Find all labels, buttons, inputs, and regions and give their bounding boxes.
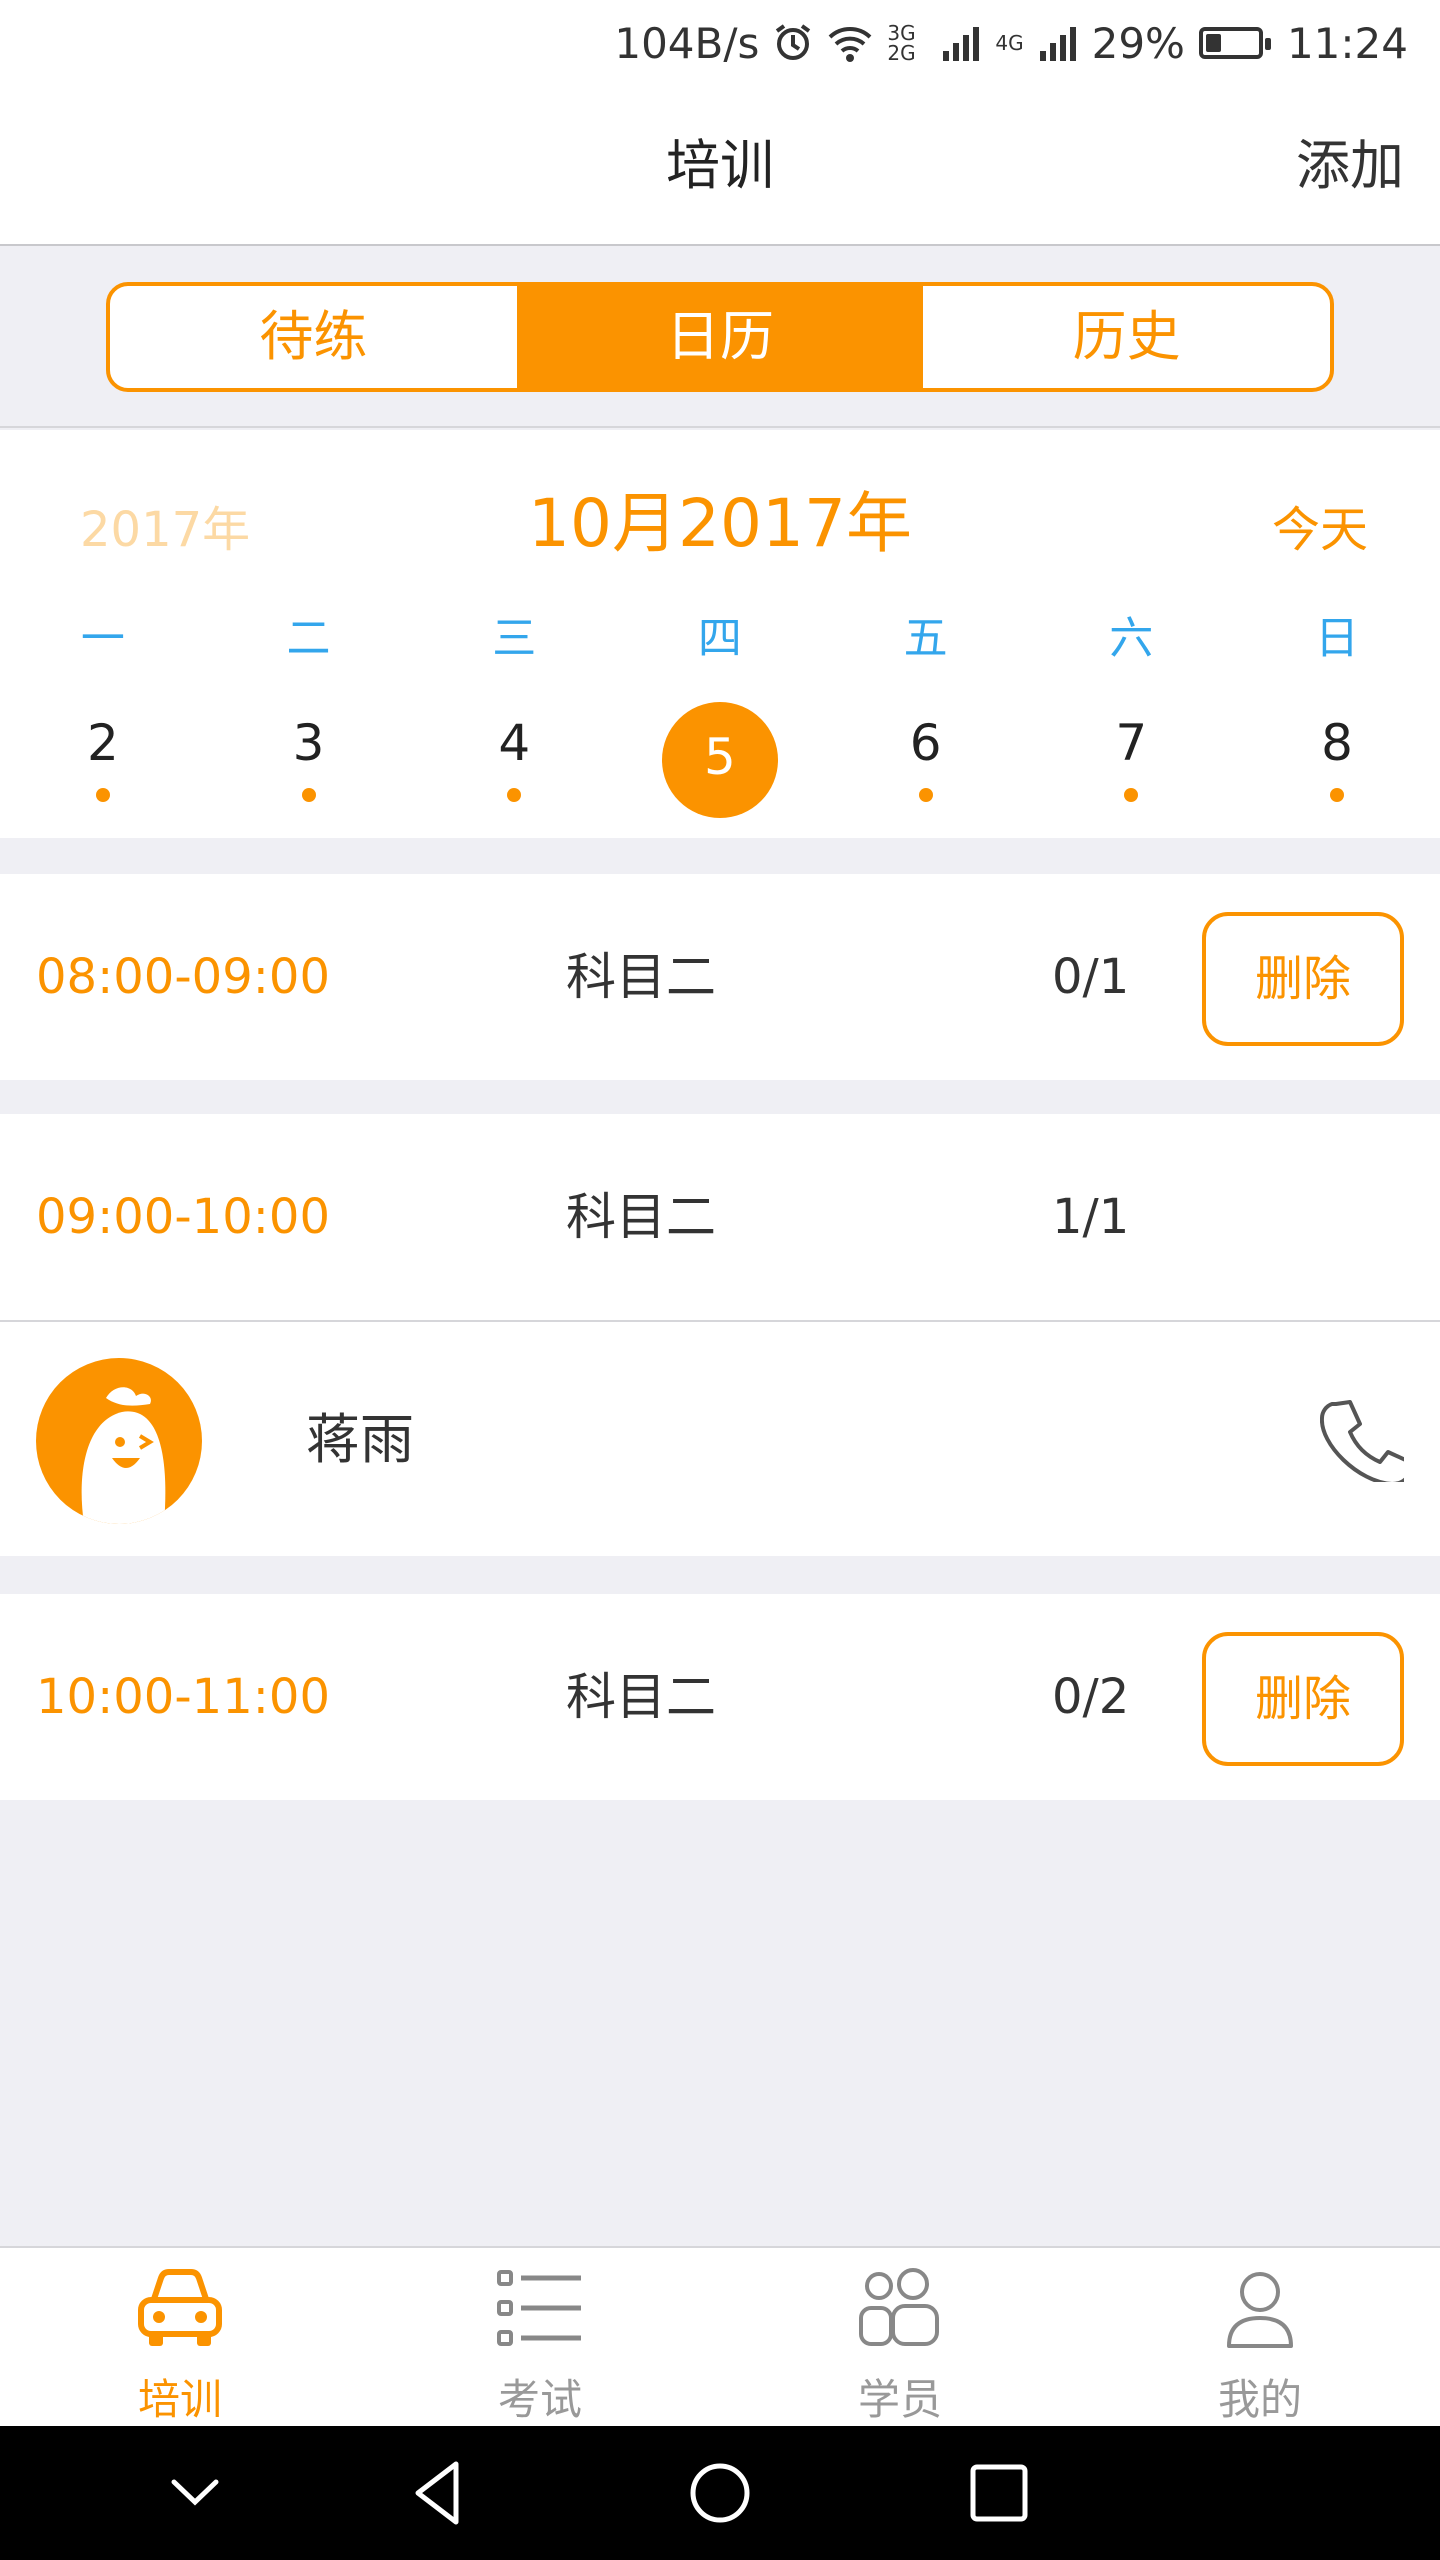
month-title: 10月2017年	[528, 485, 912, 562]
tab-history[interactable]: 历史	[923, 286, 1330, 388]
session-row[interactable]: 09:00-10:00 科目二 1/1	[0, 1114, 1440, 1320]
tabbar-label: 我的	[1217, 2375, 1302, 2424]
tabbar-item-students[interactable]: 学员	[720, 2248, 1080, 2426]
alarm-icon	[773, 23, 813, 63]
weekday-label: 日	[1314, 613, 1359, 664]
tabbar-item-exam[interactable]: 考试	[360, 2248, 720, 2426]
date-cell[interactable]: 8	[1234, 706, 1440, 826]
cell-signal-icon: 3G 2G	[887, 21, 916, 65]
date-number: 8	[1321, 714, 1353, 772]
tab-calendar[interactable]: 日历	[516, 286, 924, 388]
date-row: 2 3 4 5 6 7 8	[0, 702, 1440, 826]
event-dot	[507, 788, 522, 802]
date-number: 3	[292, 714, 325, 772]
chevron-down-icon[interactable]	[158, 2456, 232, 2530]
weekday-label: 六	[1109, 613, 1154, 664]
students-icon	[859, 2268, 939, 2346]
session-subject: 科目二	[566, 1668, 716, 1726]
phone-icon[interactable]	[1320, 1398, 1404, 1482]
date-number: 2	[86, 714, 119, 772]
system-nav-bar	[0, 2426, 1440, 2560]
weekday-label: 一	[80, 613, 125, 664]
delete-button[interactable]: 删除	[1202, 912, 1404, 1046]
signal-bars-icon	[941, 25, 981, 61]
date-cell[interactable]: 6	[823, 706, 1029, 826]
home-icon[interactable]	[683, 2456, 757, 2530]
session-subject: 科目二	[566, 948, 716, 1006]
add-button[interactable]: 添加	[1296, 86, 1404, 246]
event-dot	[1124, 788, 1139, 802]
student-name: 蒋雨	[306, 1408, 414, 1471]
calendar: 2017年 10月2017年 今天 一 二 三 四 五 六 日 2 3 4 5 …	[0, 430, 1440, 838]
session-row[interactable]: 10:00-11:00 科目二 0/2 删除	[0, 1594, 1440, 1800]
weekday-label: 三	[492, 613, 537, 664]
status-bar: 104B/s 3G 2G 4G 29% 11:24	[0, 0, 1440, 86]
event-dot	[301, 788, 316, 802]
tab-pending[interactable]: 待练	[110, 286, 517, 388]
delete-button[interactable]: 删除	[1202, 1632, 1404, 1766]
today-button[interactable]: 今天	[1272, 490, 1368, 560]
session-subject: 科目二	[566, 1188, 716, 1246]
user-icon	[1227, 2272, 1293, 2348]
date-cell[interactable]: 4	[411, 706, 617, 826]
tabbar-item-mine[interactable]: 我的	[1080, 2248, 1440, 2426]
nav-bar: 培训 添加	[0, 86, 1440, 246]
weekday-label: 二	[286, 613, 331, 664]
weekday-label: 四	[697, 613, 742, 664]
date-cell[interactable]: 3	[206, 706, 412, 826]
tabbar-label: 考试	[497, 2375, 582, 2424]
event-dot	[95, 788, 110, 802]
session-row[interactable]: 08:00-09:00 科目二 0/1 删除	[0, 874, 1440, 1080]
tabbar-item-training[interactable]: 培训	[0, 2248, 360, 2426]
session-time: 09:00-10:00	[36, 1189, 330, 1245]
battery-icon	[1198, 27, 1271, 59]
recents-icon[interactable]	[962, 2456, 1036, 2530]
back-icon[interactable]	[404, 2456, 478, 2530]
list-icon	[497, 2270, 581, 2346]
segmented-control: 待练 日历 历史	[106, 282, 1334, 392]
battery-fill	[1205, 34, 1222, 52]
session-time: 08:00-09:00	[36, 949, 330, 1005]
network-4g-label: 4G	[995, 31, 1024, 55]
date-cell[interactable]: 2	[0, 706, 206, 826]
weekday-label: 五	[903, 613, 948, 664]
date-number: 5	[704, 728, 736, 786]
car-icon	[138, 2269, 222, 2346]
date-number: 6	[909, 714, 942, 772]
student-row[interactable]: 蒋雨	[0, 1320, 1440, 1556]
event-dot	[1329, 788, 1344, 802]
session-time: 10:00-11:00	[36, 1669, 330, 1725]
wifi-icon	[827, 23, 873, 63]
tab-bar: 培训 考试 学员 我的	[0, 2246, 1440, 2426]
session-count: 1/1	[1052, 1189, 1130, 1245]
signal-bars-icon-2	[1038, 25, 1078, 61]
event-dot	[918, 788, 933, 802]
tabbar-label: 学员	[857, 2375, 942, 2424]
page-title: 培训	[666, 134, 774, 197]
mascot-avatar	[36, 1358, 202, 1524]
date-number: 7	[1115, 714, 1148, 772]
weekday-header: 一 二 三 四 五 六 日	[0, 602, 1440, 666]
date-number: 4	[498, 714, 531, 772]
segment-area: 待练 日历 历史	[0, 248, 1440, 428]
net-speed: 104B/s	[614, 18, 760, 68]
session-count: 0/1	[1052, 949, 1130, 1005]
battery-percent: 29%	[1091, 18, 1185, 68]
clock: 11:24	[1286, 18, 1408, 68]
date-cell-selected[interactable]: 5	[617, 702, 823, 826]
date-cell[interactable]: 7	[1028, 706, 1234, 826]
session-count: 0/2	[1052, 1669, 1130, 1725]
tabbar-label: 培训	[137, 2375, 222, 2424]
